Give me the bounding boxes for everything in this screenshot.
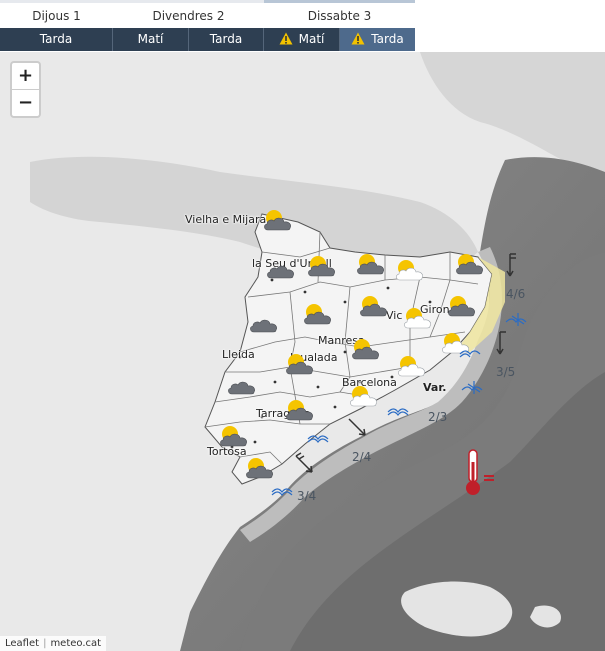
sea-wave-icon <box>459 350 481 358</box>
weather-icon-partly-cloudy <box>396 354 430 380</box>
leaflet-link[interactable]: Leaflet <box>5 638 39 649</box>
period-label: Matí <box>298 32 325 46</box>
sea-wave-icon <box>307 435 329 443</box>
sea-state-label: 4/6 <box>506 287 526 301</box>
weather-icon-cloudy <box>446 294 480 320</box>
weather-icon-partly-cloudy <box>348 384 382 410</box>
meteocat-link[interactable]: meteo.cat <box>50 638 101 649</box>
weather-icon-partly-cloudy <box>402 306 436 332</box>
sea-wave-icon <box>505 313 527 326</box>
sea-state-label: 2/3 <box>428 410 448 424</box>
weather-icon-cloudy <box>355 252 389 278</box>
sea-wave-icon <box>271 488 293 496</box>
warning-icon <box>279 30 293 53</box>
weather-icon-cloudy <box>302 302 336 328</box>
sea-state-label: 3/4 <box>297 489 317 503</box>
period-label: Tarda <box>209 32 243 46</box>
weather-icon-cloudy <box>218 424 252 450</box>
forecast-map[interactable]: + − Vielha e Mijaran la Seu d'Urgell Lle… <box>0 52 605 651</box>
wind-arrow-icon <box>506 253 516 277</box>
weather-icon-cloudy <box>265 256 299 282</box>
period-tab-thu-afternoon[interactable]: Tarda <box>0 28 113 51</box>
weather-icon-cloudy <box>262 208 296 234</box>
weather-icon-cloudy <box>454 252 488 278</box>
city-label-lleida: Lleida <box>222 348 255 361</box>
sea-wave-icon <box>387 408 409 416</box>
weather-icon-cloudy <box>284 398 318 424</box>
sea-state-label: 3/5 <box>496 365 516 379</box>
city-label-vielha: Vielha e Mijaran <box>185 213 274 226</box>
wind-arrow-icon <box>348 418 366 436</box>
period-tab-sat-afternoon[interactable]: Tarda <box>340 28 415 51</box>
warning-icon <box>351 30 365 53</box>
sea-state-label: 2/4 <box>352 450 372 464</box>
zoom-control: + − <box>10 61 41 118</box>
weather-icon-cloudy <box>350 337 384 363</box>
period-label: Tarda <box>39 32 73 46</box>
period-tabs: Tarda Matí Tarda Matí Tarda <box>0 28 415 51</box>
weather-icon-cloudy <box>358 294 392 320</box>
period-label: Matí <box>137 32 164 46</box>
day-tabs: Dijous 1 Divendres 2 Dissabte 3 <box>0 0 415 27</box>
weather-icon-cloudy <box>248 310 282 336</box>
map-attribution: Leaflet | meteo.cat <box>0 636 107 651</box>
zoom-in-button[interactable]: + <box>12 63 39 90</box>
sea-wind-variable-label: Var. <box>423 381 447 394</box>
sea-wave-icon <box>461 381 483 394</box>
wind-arrow-icon <box>496 331 506 355</box>
weather-icon-cloudy <box>226 372 260 398</box>
period-label: Tarda <box>371 32 404 46</box>
period-tab-sat-morning[interactable]: Matí <box>264 28 340 51</box>
period-tab-fri-morning[interactable]: Matí <box>113 28 189 51</box>
period-tab-fri-afternoon[interactable]: Tarda <box>189 28 264 51</box>
zoom-out-button[interactable]: − <box>12 90 39 116</box>
weather-icon-cloudy <box>284 352 318 378</box>
day-tab-2[interactable]: Divendres 2 <box>113 0 264 27</box>
day-tab-3[interactable]: Dissabte 3 <box>264 0 415 27</box>
wind-arrow-icon <box>295 452 313 473</box>
high-temperature-thermometer-icon <box>466 449 494 495</box>
day-tab-1[interactable]: Dijous 1 <box>0 0 113 27</box>
weather-icon-cloudy <box>306 254 340 280</box>
weather-icon-cloudy <box>244 456 278 482</box>
weather-icon-partly-cloudy <box>394 258 428 284</box>
